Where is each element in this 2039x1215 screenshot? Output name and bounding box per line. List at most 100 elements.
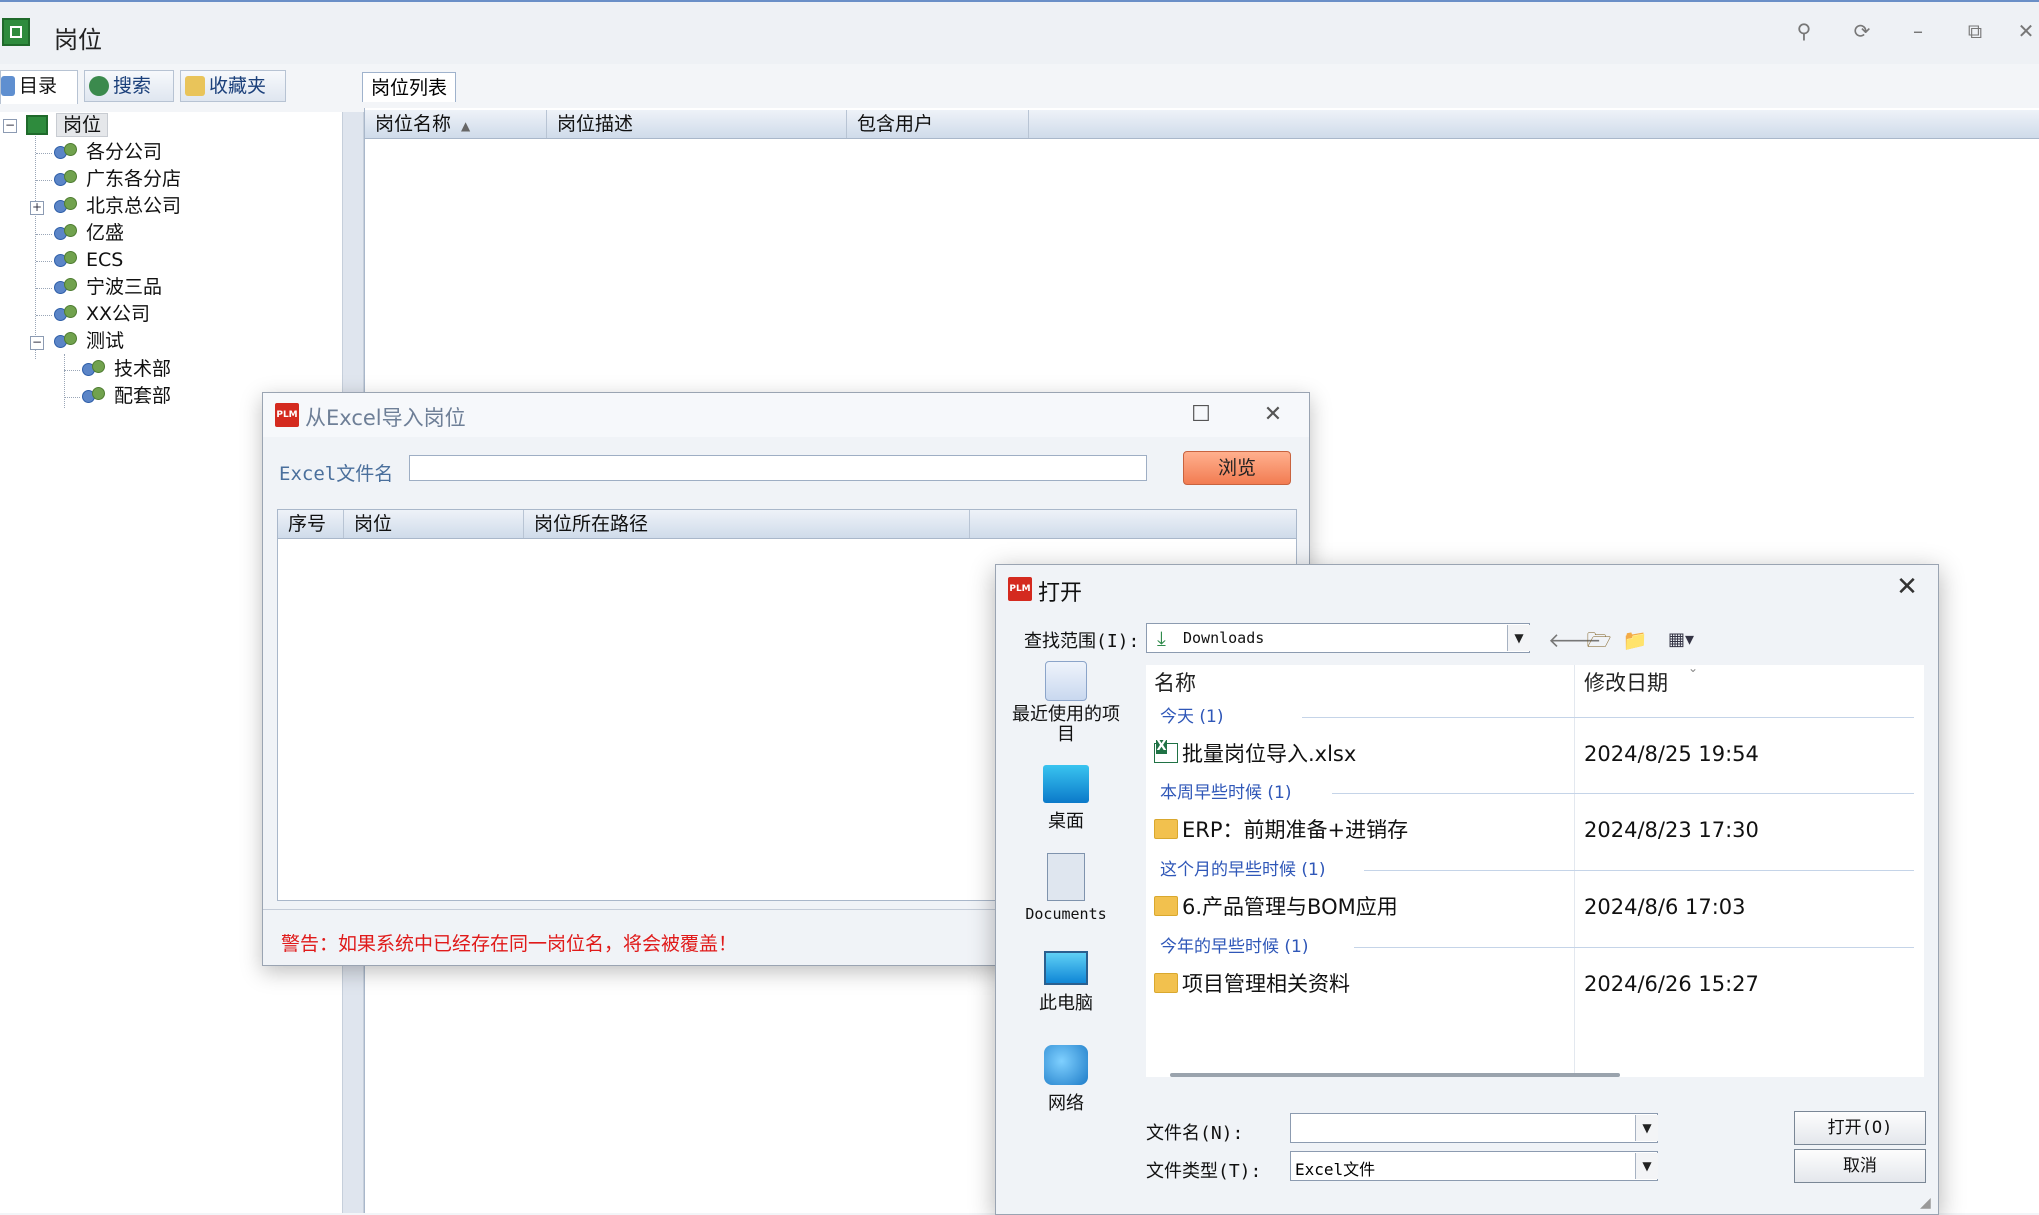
collapse-root-toggle[interactable]: −: [3, 119, 17, 133]
close-icon[interactable]: ✕: [1882, 567, 1932, 607]
file-row[interactable]: 6.产品管理与BOM应用 2024/8/6 17:03: [1154, 885, 1924, 929]
restore-icon[interactable]: ⧉: [1955, 16, 1995, 46]
tree-item-label: 广东各分店: [86, 168, 182, 190]
dialog-title-bar: PLM 从Excel导入岗位 ☐ ✕: [263, 393, 1309, 437]
chevron-down-icon[interactable]: ▼: [1635, 1115, 1658, 1141]
tree-item[interactable]: 亿盛: [54, 220, 124, 247]
minimize-icon[interactable]: –: [1898, 16, 1938, 46]
tab-search[interactable]: 搜索: [84, 70, 174, 102]
col-modified-date[interactable]: 修改日期: [1584, 665, 1668, 701]
group-icon: [54, 223, 78, 243]
col-users[interactable]: 包含用户: [847, 110, 1029, 138]
group-icon: [54, 142, 78, 162]
tree-item[interactable]: ECS: [54, 247, 123, 274]
col-position-name[interactable]: 岗位名称 ▲: [365, 110, 547, 138]
filetype-select[interactable]: Excel文件 ▼: [1290, 1151, 1658, 1181]
file-date: 2024/8/25 19:54: [1584, 742, 1759, 766]
file-row[interactable]: 项目管理相关资料 2024/6/26 15:27: [1154, 962, 1924, 1006]
tab-favorites[interactable]: 收藏夹: [180, 70, 286, 102]
tree-root-label: 岗位: [56, 113, 109, 137]
search-icon[interactable]: ⚲: [1784, 16, 1824, 46]
place-desktop[interactable]: 桌面: [1006, 765, 1126, 833]
desktop-icon: [1043, 765, 1089, 803]
tree-item[interactable]: 配套部: [82, 383, 171, 410]
file-row[interactable]: ERP：前期准备+进销存 2024/8/23 17:30: [1154, 808, 1924, 852]
place-label: 桌面: [1048, 811, 1084, 832]
group-header[interactable]: 今天 (1): [1160, 705, 1914, 729]
filetype-value: Excel文件: [1295, 1160, 1376, 1179]
table-header: 岗位名称 ▲ 岗位描述 包含用户: [365, 110, 2039, 139]
nav-tabs: 目录 搜索 收藏夹: [0, 68, 290, 104]
col-index[interactable]: 序号: [278, 510, 344, 538]
group-label: 本周早些时候 (1): [1160, 783, 1292, 803]
place-recent[interactable]: 最近使用的项目: [1006, 661, 1126, 745]
collapse-toggle[interactable]: −: [30, 336, 44, 350]
col-position[interactable]: 岗位: [344, 510, 524, 538]
chevron-down-icon[interactable]: ▼: [1635, 1153, 1658, 1179]
open-button[interactable]: 打开(O): [1794, 1111, 1926, 1145]
maximize-icon[interactable]: ☐: [1177, 397, 1225, 433]
place-this-pc[interactable]: 此电脑: [1006, 951, 1126, 1015]
place-network[interactable]: 网络: [1006, 1045, 1126, 1115]
new-folder-icon[interactable]: 📁: [1622, 627, 1648, 653]
expand-toggle[interactable]: +: [30, 201, 44, 215]
position-root-icon: [26, 115, 48, 135]
browse-button[interactable]: 浏览: [1183, 451, 1291, 485]
sort-desc-icon: ⌄: [1688, 661, 1699, 675]
tree-item[interactable]: 宁波三品: [54, 274, 162, 301]
look-in-value: Downloads: [1183, 629, 1265, 647]
horizontal-scrollbar[interactable]: [1170, 1073, 1620, 1077]
plm-icon: PLM: [1008, 577, 1032, 601]
tab-directory[interactable]: 目录: [0, 70, 78, 104]
tab-search-label: 搜索: [113, 75, 152, 97]
tree-item[interactable]: 测试: [54, 328, 124, 355]
main-title-bar: 岗位 ⚲ ⟳ – ⧉ ✕: [0, 0, 2039, 64]
group-header[interactable]: 这个月的早些时候 (1): [1160, 858, 1914, 882]
tab-position-list[interactable]: 岗位列表: [362, 72, 456, 102]
group-header[interactable]: 本周早些时候 (1): [1160, 781, 1914, 805]
tree-item[interactable]: XX公司: [54, 301, 150, 328]
close-icon[interactable]: ✕: [1249, 397, 1297, 433]
plm-icon: PLM: [275, 403, 299, 427]
look-in-select[interactable]: ⤓ Downloads ▼: [1146, 623, 1530, 653]
place-label: 此电脑: [1039, 993, 1093, 1014]
dialog-title: 从Excel导入岗位: [305, 406, 466, 430]
cancel-button[interactable]: 取消: [1794, 1149, 1926, 1183]
filename-combobox[interactable]: ▼: [1290, 1113, 1658, 1143]
filename-input[interactable]: [1293, 1116, 1633, 1140]
file-list: 名称 修改日期 ⌄ 今天 (1) 批量岗位导入.xlsx 2024/8/25 1…: [1146, 661, 1924, 1077]
group-label: 今天 (1): [1160, 707, 1224, 727]
tree-item[interactable]: 技术部: [82, 356, 171, 383]
place-documents[interactable]: Documents: [1006, 853, 1126, 923]
chevron-down-icon[interactable]: ▼: [1507, 625, 1530, 651]
tree-root[interactable]: 岗位: [26, 112, 109, 139]
tab-favorites-label: 收藏夹: [209, 75, 267, 97]
excel-file-input[interactable]: [409, 455, 1147, 481]
resize-grip-icon[interactable]: ◢: [1920, 1195, 1931, 1211]
app-title: 岗位: [54, 26, 102, 54]
group-icon: [82, 386, 106, 406]
filename-label: 文件名(N):: [1146, 1123, 1244, 1144]
recent-items-icon: [1045, 661, 1087, 701]
col-name[interactable]: 名称: [1154, 665, 1196, 701]
excel-file-label: Excel文件名: [279, 463, 394, 485]
view-menu-icon[interactable]: ▦▾: [1660, 627, 1702, 653]
col-position-desc[interactable]: 岗位描述: [547, 110, 847, 138]
tree-item[interactable]: 各分公司: [54, 139, 162, 166]
group-header[interactable]: 今年的早些时候 (1): [1160, 935, 1914, 959]
refresh-icon[interactable]: ⟳: [1842, 16, 1882, 46]
tree-item-label: 技术部: [114, 358, 172, 380]
group-label: 这个月的早些时候 (1): [1160, 860, 1326, 880]
close-icon[interactable]: ✕: [2006, 16, 2039, 46]
folder-icon: [1154, 819, 1178, 839]
file-row[interactable]: 批量岗位导入.xlsx 2024/8/25 19:54: [1154, 732, 1924, 776]
up-folder-icon[interactable]: 🗁: [1586, 627, 1612, 653]
col-label: 岗位名称: [375, 113, 452, 135]
back-arrow-icon[interactable]: 🡐: [1548, 627, 1602, 653]
place-label: 最近使用的项目: [1012, 704, 1120, 745]
favorites-folder-icon: [185, 76, 205, 96]
filetype-label: 文件类型(T):: [1146, 1161, 1262, 1182]
col-position-path[interactable]: 岗位所在路径: [524, 510, 970, 538]
tree-item[interactable]: 北京总公司: [54, 193, 181, 220]
tree-item[interactable]: 广东各分店: [54, 166, 181, 193]
